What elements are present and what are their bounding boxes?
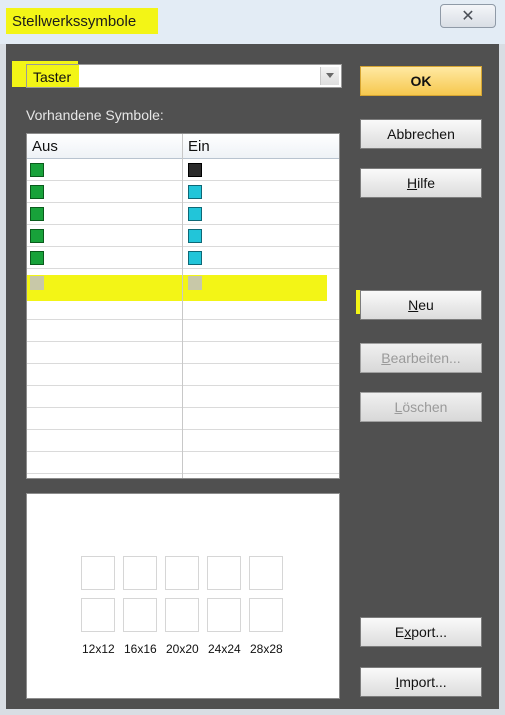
- import-button[interactable]: Import...: [360, 667, 482, 697]
- window-border-right: [499, 44, 505, 715]
- table-row[interactable]: [27, 430, 339, 452]
- arrow-right-icon: [188, 207, 202, 221]
- symbol-type-select[interactable]: Taster: [26, 64, 342, 88]
- preview-cell: [123, 556, 157, 590]
- edit-button-accel: B: [381, 350, 391, 366]
- preview-size-label: 24x24: [208, 642, 241, 656]
- table-row[interactable]: [27, 408, 339, 430]
- dropdown-button[interactable]: [320, 67, 339, 85]
- symbol-preview: 12x12 16x16 20x20 24x24 28x28: [26, 493, 340, 699]
- preview-cell: [249, 556, 283, 590]
- table-row[interactable]: [27, 159, 339, 181]
- new-button[interactable]: Neu: [360, 290, 482, 320]
- table-row-selected[interactable]: [27, 269, 339, 291]
- help-button[interactable]: Hilfe: [360, 168, 482, 198]
- preview-cell: [165, 556, 199, 590]
- empty-symbol-icon: [188, 276, 202, 290]
- delete-button-label: öschen: [402, 399, 448, 415]
- empty-symbol-icon: [30, 276, 44, 290]
- arrow-up-icon: [188, 229, 202, 243]
- preview-cell: [81, 598, 115, 632]
- preview-cell: [249, 598, 283, 632]
- table-header: Aus Ein: [27, 134, 339, 159]
- arrow-left-icon: [188, 185, 202, 199]
- existing-symbols-label: Vorhandene Symbole:: [26, 107, 164, 123]
- window-border-bottom: [0, 709, 505, 715]
- table-row[interactable]: [27, 386, 339, 408]
- title-bar: Stellwerkssymbole ✕: [0, 0, 505, 44]
- arrow-right-icon: [30, 207, 44, 221]
- table-row[interactable]: [27, 181, 339, 203]
- preview-cell: [207, 556, 241, 590]
- edit-button[interactable]: Bearbeiten...: [360, 343, 482, 373]
- export-button-label: port...: [411, 624, 448, 640]
- column-header-ein[interactable]: Ein: [188, 138, 210, 155]
- window-border-left: [0, 44, 6, 715]
- table-row[interactable]: [27, 320, 339, 342]
- table-row[interactable]: [27, 247, 339, 269]
- table-row[interactable]: [27, 298, 339, 320]
- track-symbol-icon: [188, 163, 202, 177]
- new-button-label: eu: [418, 297, 434, 313]
- track-symbol-icon: [30, 163, 44, 177]
- symbols-table[interactable]: Aus Ein: [26, 133, 340, 479]
- close-button[interactable]: ✕: [440, 4, 496, 28]
- chevron-down-icon: [326, 73, 334, 78]
- ok-button[interactable]: OK: [360, 66, 482, 96]
- table-row[interactable]: [27, 225, 339, 247]
- help-button-accel: H: [406, 175, 418, 191]
- arrow-left-icon: [30, 185, 44, 199]
- table-row[interactable]: [27, 364, 339, 386]
- new-button-accel: N: [408, 297, 419, 313]
- preview-size-label: 20x20: [166, 642, 199, 656]
- preview-cell: [207, 598, 241, 632]
- preview-size-label: 12x12: [82, 642, 115, 656]
- arrow-up-icon: [30, 229, 44, 243]
- import-button-label: mport...: [399, 674, 447, 690]
- table-row[interactable]: [27, 342, 339, 364]
- preview-cell: [81, 556, 115, 590]
- column-divider: [182, 134, 183, 478]
- arrow-down-icon: [188, 251, 202, 265]
- table-row[interactable]: [27, 452, 339, 474]
- close-icon: ✕: [461, 8, 475, 25]
- preview-cell: [165, 598, 199, 632]
- table-row[interactable]: [27, 203, 339, 225]
- help-button-label: ilfe: [417, 175, 436, 191]
- export-button[interactable]: Export...: [360, 617, 482, 647]
- column-header-aus[interactable]: Aus: [32, 138, 58, 155]
- cancel-button[interactable]: Abbrechen: [360, 119, 482, 149]
- symbol-type-value: Taster: [33, 69, 72, 85]
- edit-button-label: earbeiten...: [390, 350, 461, 366]
- delete-button[interactable]: Löschen: [360, 392, 482, 422]
- arrow-down-icon: [30, 251, 44, 265]
- window-title: Stellwerkssymbole: [12, 13, 137, 30]
- preview-size-label: 16x16: [124, 642, 157, 656]
- export-button-prefix: E: [394, 624, 405, 640]
- preview-cell: [123, 598, 157, 632]
- preview-size-label: 28x28: [250, 642, 283, 656]
